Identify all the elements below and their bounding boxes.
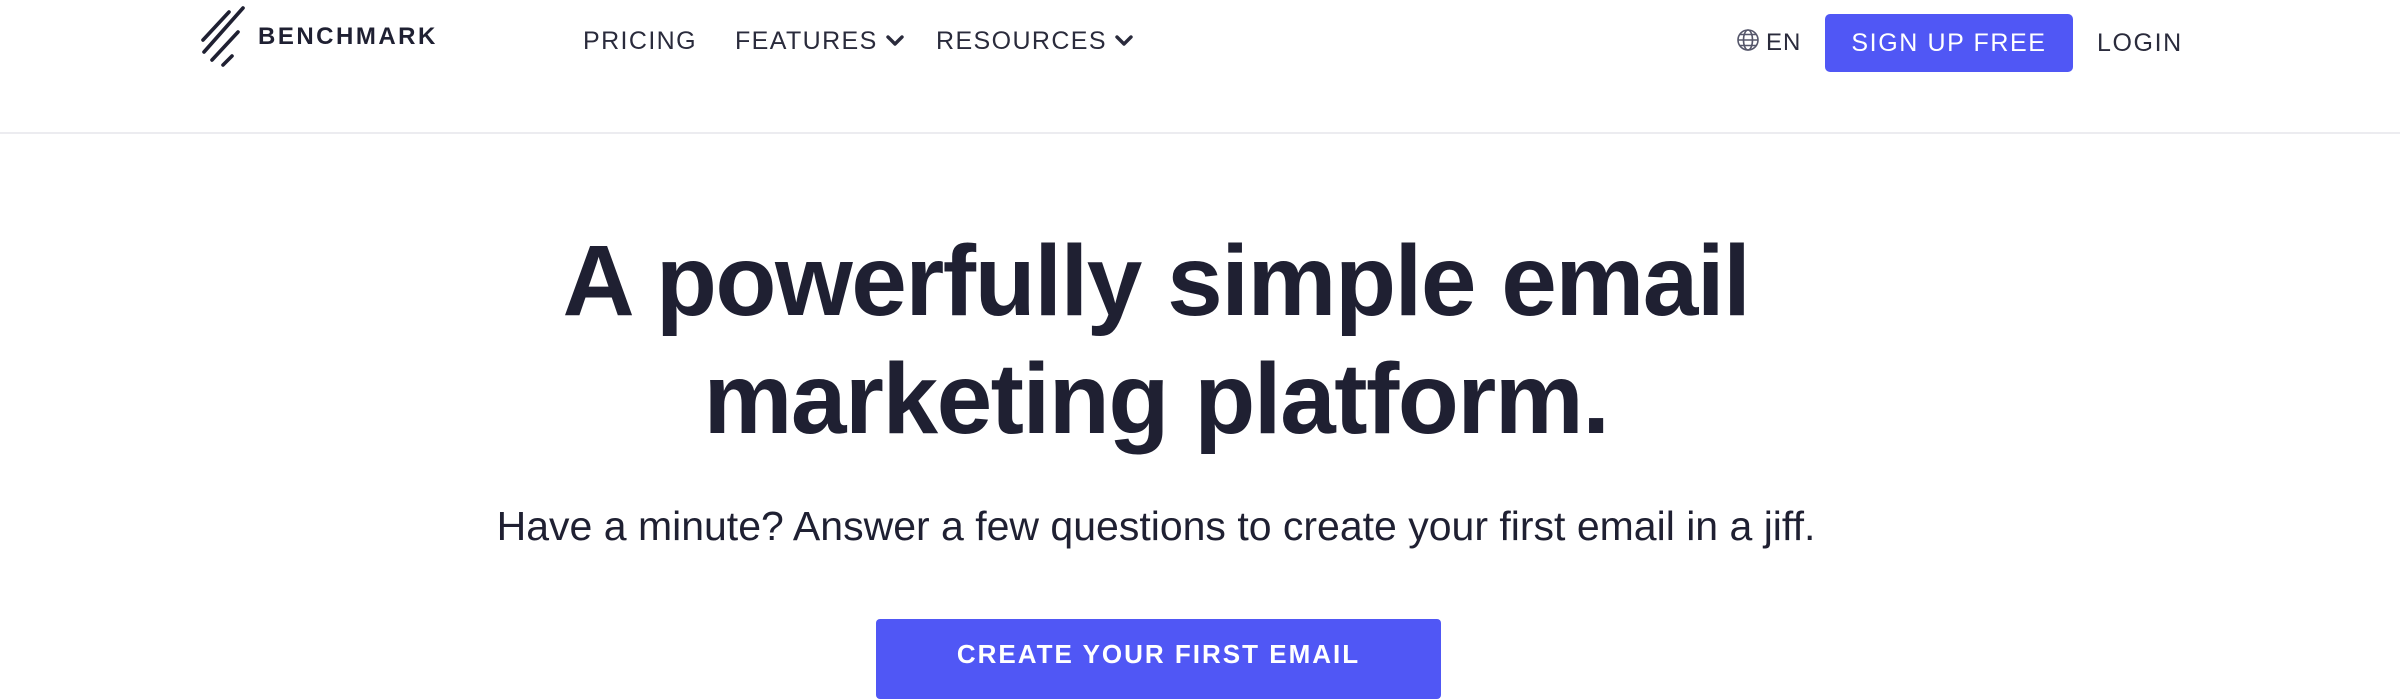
globe-icon — [1736, 28, 1766, 59]
chevron-down-icon — [1115, 35, 1133, 47]
hero-title-line-1: A powerfully simple email — [562, 225, 1751, 337]
nav-features-label: FEATURES — [735, 26, 878, 55]
language-selector[interactable]: EN — [1736, 26, 1801, 60]
brand-name: BENCHMARK — [258, 23, 438, 50]
chevron-down-icon — [886, 35, 904, 47]
brand-logo[interactable]: BENCHMARK — [200, 6, 438, 68]
nav-features[interactable]: FEATURES — [735, 24, 904, 58]
language-label: EN — [1766, 29, 1802, 56]
create-first-email-button[interactable]: CREATE YOUR FIRST EMAIL — [876, 619, 1441, 699]
nav-resources[interactable]: RESOURCES — [936, 24, 1133, 58]
benchmark-logo-icon — [200, 6, 246, 68]
nav-pricing[interactable]: PRICING — [583, 24, 697, 58]
site-header: BENCHMARK PRICING FEATURES RESOURCES EN … — [0, 0, 2400, 134]
hero-subtitle: Have a minute? Answer a few questions to… — [496, 503, 1816, 549]
hero-title-line-2: marketing platform. — [703, 343, 1611, 455]
nav-resources-label: RESOURCES — [936, 26, 1107, 55]
sign-up-button[interactable]: SIGN UP FREE — [1825, 14, 2073, 72]
login-link[interactable]: LOGIN — [2097, 26, 2183, 60]
nav-pricing-label: PRICING — [583, 26, 697, 55]
hero-title: A powerfully simple email marketing plat… — [0, 222, 2312, 458]
